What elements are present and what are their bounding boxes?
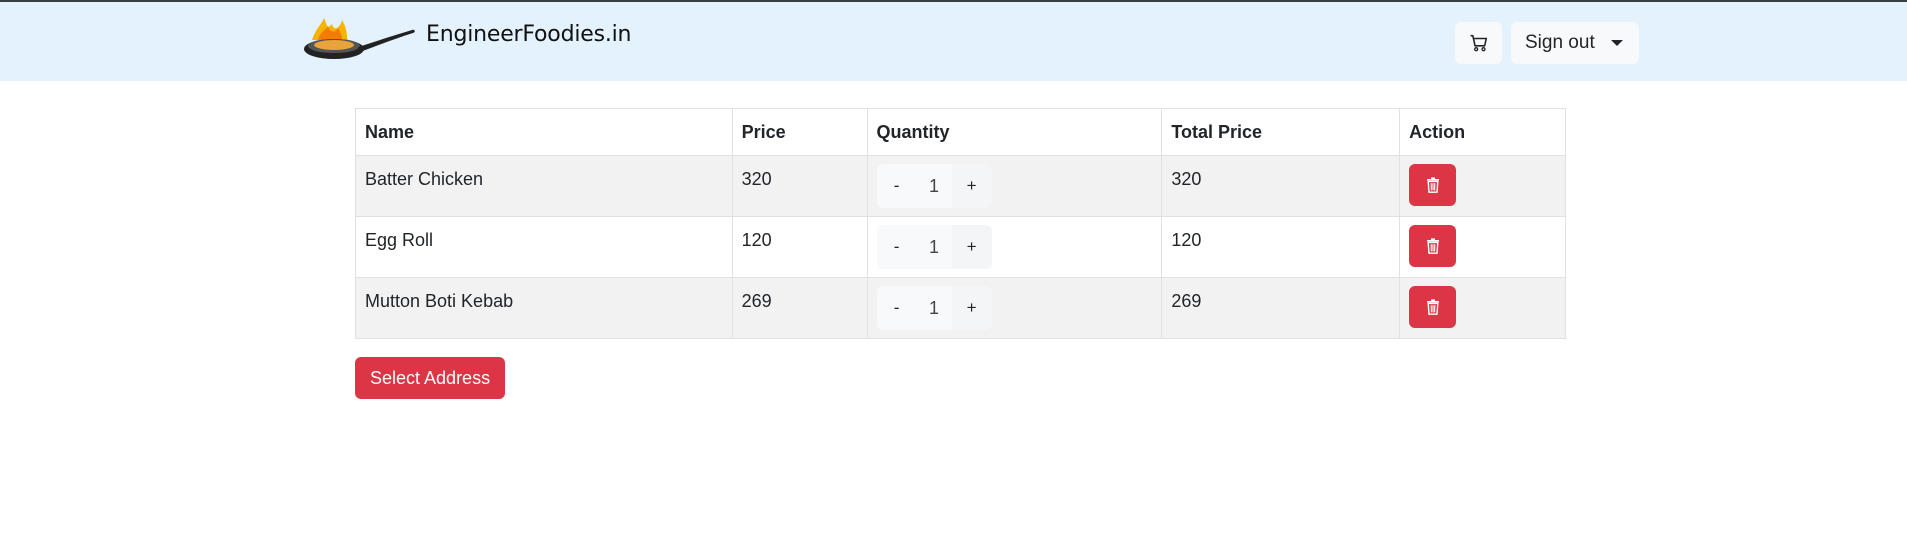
column-header-quantity: Quantity xyxy=(866,108,1163,156)
cart-button[interactable] xyxy=(1455,22,1502,64)
quantity-cell: - 1 + xyxy=(866,277,1163,339)
navbar: EngineerFoodies.in Sign out xyxy=(0,2,1907,81)
brand-name: EngineerFoodies.in xyxy=(426,22,632,47)
signout-dropdown-button[interactable]: Sign out xyxy=(1511,22,1639,64)
item-name: Egg Roll xyxy=(355,216,733,278)
quantity-value: 1 xyxy=(916,286,952,330)
cart-icon xyxy=(1470,34,1487,52)
trash-icon xyxy=(1426,238,1439,254)
increment-button[interactable]: + xyxy=(951,225,992,269)
cart-table: Name Price Quantity Total Price Action B… xyxy=(355,108,1566,339)
item-price: 120 xyxy=(731,216,868,278)
item-total: 320 xyxy=(1161,155,1401,217)
table-header-row: Name Price Quantity Total Price Action xyxy=(355,108,1566,156)
table-row: Batter Chicken 320 - 1 + 320 xyxy=(355,155,1566,217)
action-cell xyxy=(1399,216,1566,278)
decrement-button[interactable]: - xyxy=(876,225,917,269)
trash-icon xyxy=(1426,177,1439,193)
quantity-value: 1 xyxy=(916,225,952,269)
action-cell xyxy=(1399,155,1566,217)
signout-label: Sign out xyxy=(1525,32,1595,53)
item-total: 120 xyxy=(1161,216,1401,278)
column-header-name: Name xyxy=(355,108,733,156)
table-row: Mutton Boti Kebab 269 - 1 + 269 xyxy=(355,277,1566,339)
caret-down-icon xyxy=(1611,40,1623,46)
trash-icon xyxy=(1426,299,1439,315)
item-name: Mutton Boti Kebab xyxy=(355,277,733,339)
frying-pan-logo-icon xyxy=(304,18,415,59)
increment-button[interactable]: + xyxy=(951,164,992,208)
item-name: Batter Chicken xyxy=(355,155,733,217)
delete-button[interactable] xyxy=(1409,164,1457,206)
column-header-total-price: Total Price xyxy=(1161,108,1401,156)
quantity-cell: - 1 + xyxy=(866,216,1163,278)
item-price: 320 xyxy=(731,155,868,217)
item-price: 269 xyxy=(731,277,868,339)
decrement-button[interactable]: - xyxy=(876,164,917,208)
select-address-button[interactable]: Select Address xyxy=(355,357,506,399)
column-header-price: Price xyxy=(731,108,868,156)
brand-link[interactable]: EngineerFoodies.in xyxy=(302,16,631,68)
quantity-stepper: - 1 + xyxy=(876,164,992,208)
quantity-stepper: - 1 + xyxy=(876,225,992,269)
item-total: 269 xyxy=(1161,277,1401,339)
increment-button[interactable]: + xyxy=(951,286,992,330)
delete-button[interactable] xyxy=(1409,225,1457,267)
delete-button[interactable] xyxy=(1409,286,1457,328)
table-row: Egg Roll 120 - 1 + 120 xyxy=(355,216,1566,278)
quantity-stepper: - 1 + xyxy=(876,286,992,330)
column-header-action: Action xyxy=(1399,108,1566,156)
quantity-cell: - 1 + xyxy=(866,155,1163,217)
quantity-value: 1 xyxy=(916,164,952,208)
action-cell xyxy=(1399,277,1566,339)
decrement-button[interactable]: - xyxy=(876,286,917,330)
